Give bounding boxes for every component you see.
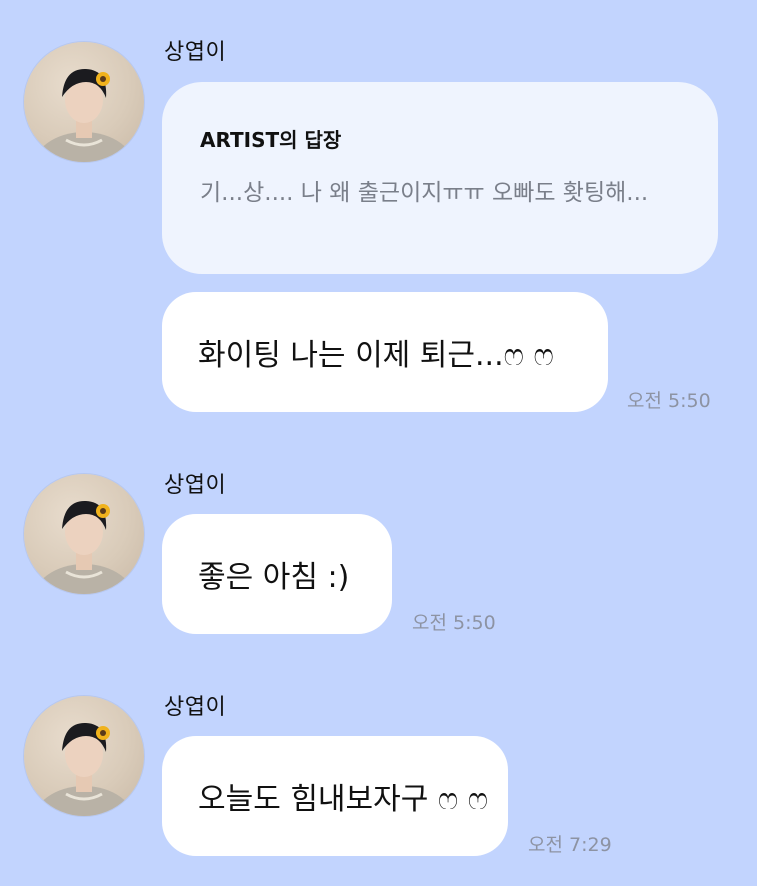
message-time: 오전 5:50 xyxy=(627,390,711,412)
reply-title: ARTIST의 답장 xyxy=(200,128,342,152)
profile-photo-icon xyxy=(33,500,135,594)
message-time: 오전 7:29 xyxy=(528,834,612,856)
reply-quote-box[interactable]: ARTIST의 답장 기...상.... 나 왜 출근이지ㅠㅠ 오빠도 홧팅해.… xyxy=(162,82,718,274)
message-bubble[interactable]: 좋은 아침 :) xyxy=(162,514,392,634)
sender-avatar[interactable] xyxy=(24,696,144,816)
sender-name: 상엽이 xyxy=(164,40,227,65)
sender-name: 상엽이 xyxy=(164,473,227,498)
profile-photo-icon xyxy=(33,68,135,162)
profile-photo-icon xyxy=(33,722,135,816)
sender-name: 상엽이 xyxy=(164,695,227,720)
reply-quoted-text: 기...상.... 나 왜 출근이지ㅠㅠ 오빠도 홧팅해... xyxy=(200,180,649,206)
message-bubble[interactable]: 화이팅 나는 이제 퇴근...ෆ ෆ xyxy=(162,292,608,412)
message-bubble[interactable]: 오늘도 힘내보자구 ෆ ෆ xyxy=(162,736,508,856)
message-time: 오전 5:50 xyxy=(412,612,496,634)
sender-avatar[interactable] xyxy=(24,42,144,162)
sender-avatar[interactable] xyxy=(24,474,144,594)
